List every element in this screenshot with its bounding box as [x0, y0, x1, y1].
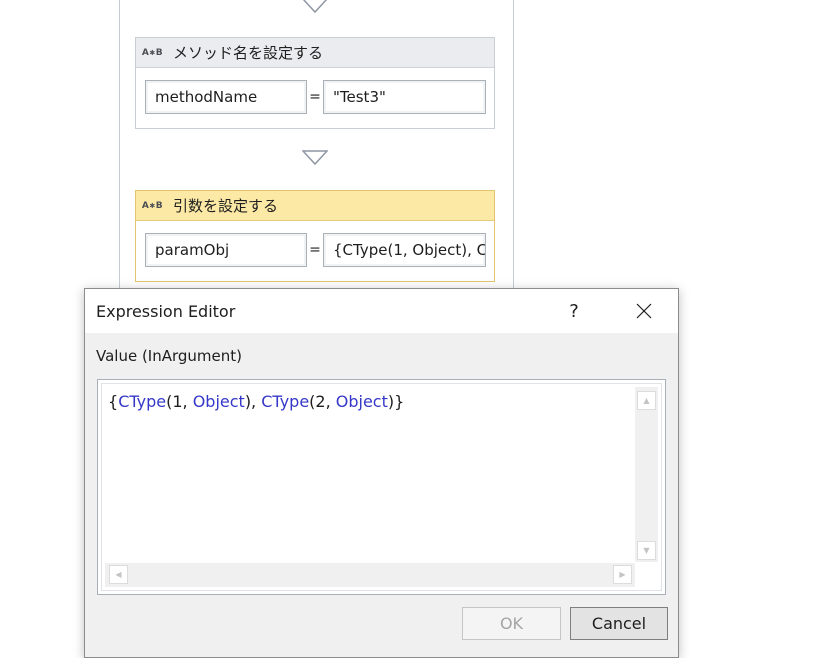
assign-to-field[interactable]: methodName [145, 80, 307, 114]
scroll-left-button[interactable]: ◀ [109, 565, 128, 584]
assign-value-field[interactable]: {CType(1, Object), CType(2, Object)} [323, 233, 486, 267]
text-token: (2, [309, 392, 336, 411]
ok-button[interactable]: OK [462, 607, 561, 640]
activity-header[interactable]: A ✱ B 引数を設定する [136, 191, 494, 221]
scroll-up-button[interactable]: ▲ [637, 391, 656, 410]
cancel-button[interactable]: Cancel [570, 607, 668, 640]
assign-value-field[interactable]: "Test3" [323, 80, 486, 114]
equals-sign: = [309, 89, 321, 105]
editor-text-area[interactable]: {CType(1, Object), CType(2, Object)} ▲ ▼… [101, 383, 662, 591]
keyword-token: Object [192, 392, 245, 411]
help-button[interactable]: ? [551, 289, 597, 333]
vertical-scrollbar[interactable]: ▲ ▼ [635, 387, 658, 562]
scroll-down-button[interactable]: ▼ [637, 541, 656, 560]
dialog-title: Expression Editor [96, 301, 236, 321]
horizontal-scrollbar[interactable]: ◀ ▶ [105, 563, 635, 587]
dialog-titlebar: Expression Editor ? [85, 289, 678, 333]
assign-activity-param-obj[interactable]: A ✱ B 引数を設定する paramObj = {CType(1, Object)… [135, 190, 495, 282]
activity-title: 引数を設定する [173, 197, 279, 215]
text-token: )} [387, 392, 405, 411]
scroll-right-button[interactable]: ▶ [613, 565, 632, 584]
keyword-token: Object [335, 392, 388, 411]
expression-editor-dialog: Expression Editor ? Value (InArgument) {… [84, 288, 679, 658]
text-token: ), [244, 392, 262, 411]
expression-editor[interactable]: {CType(1, Object), CType(2, Object)} ▲ ▼… [97, 379, 666, 595]
flow-arrow-icon [302, 150, 328, 166]
close-button[interactable] [621, 289, 667, 333]
assign-icon: A ✱ B [141, 47, 163, 58]
flow-arrow-icon [302, 0, 328, 14]
close-icon [636, 303, 652, 319]
keyword-token: CType [118, 392, 167, 411]
text-token: { [108, 392, 119, 411]
keyword-token: CType [261, 392, 310, 411]
equals-sign: = [309, 242, 321, 258]
text-token: (1, [166, 392, 193, 411]
argument-label: Value (InArgument) [96, 347, 243, 365]
assign-to-field[interactable]: paramObj [145, 233, 307, 267]
activity-title: メソッド名を設定する [173, 44, 324, 62]
activity-header[interactable]: A ✱ B メソッド名を設定する [136, 38, 494, 68]
expression-text[interactable]: {CType(1, Object), CType(2, Object)} [108, 392, 404, 411]
assign-icon: A ✱ B [141, 200, 163, 211]
assign-activity-method-name[interactable]: A ✱ B メソッド名を設定する methodName = "Test3" [135, 37, 495, 129]
